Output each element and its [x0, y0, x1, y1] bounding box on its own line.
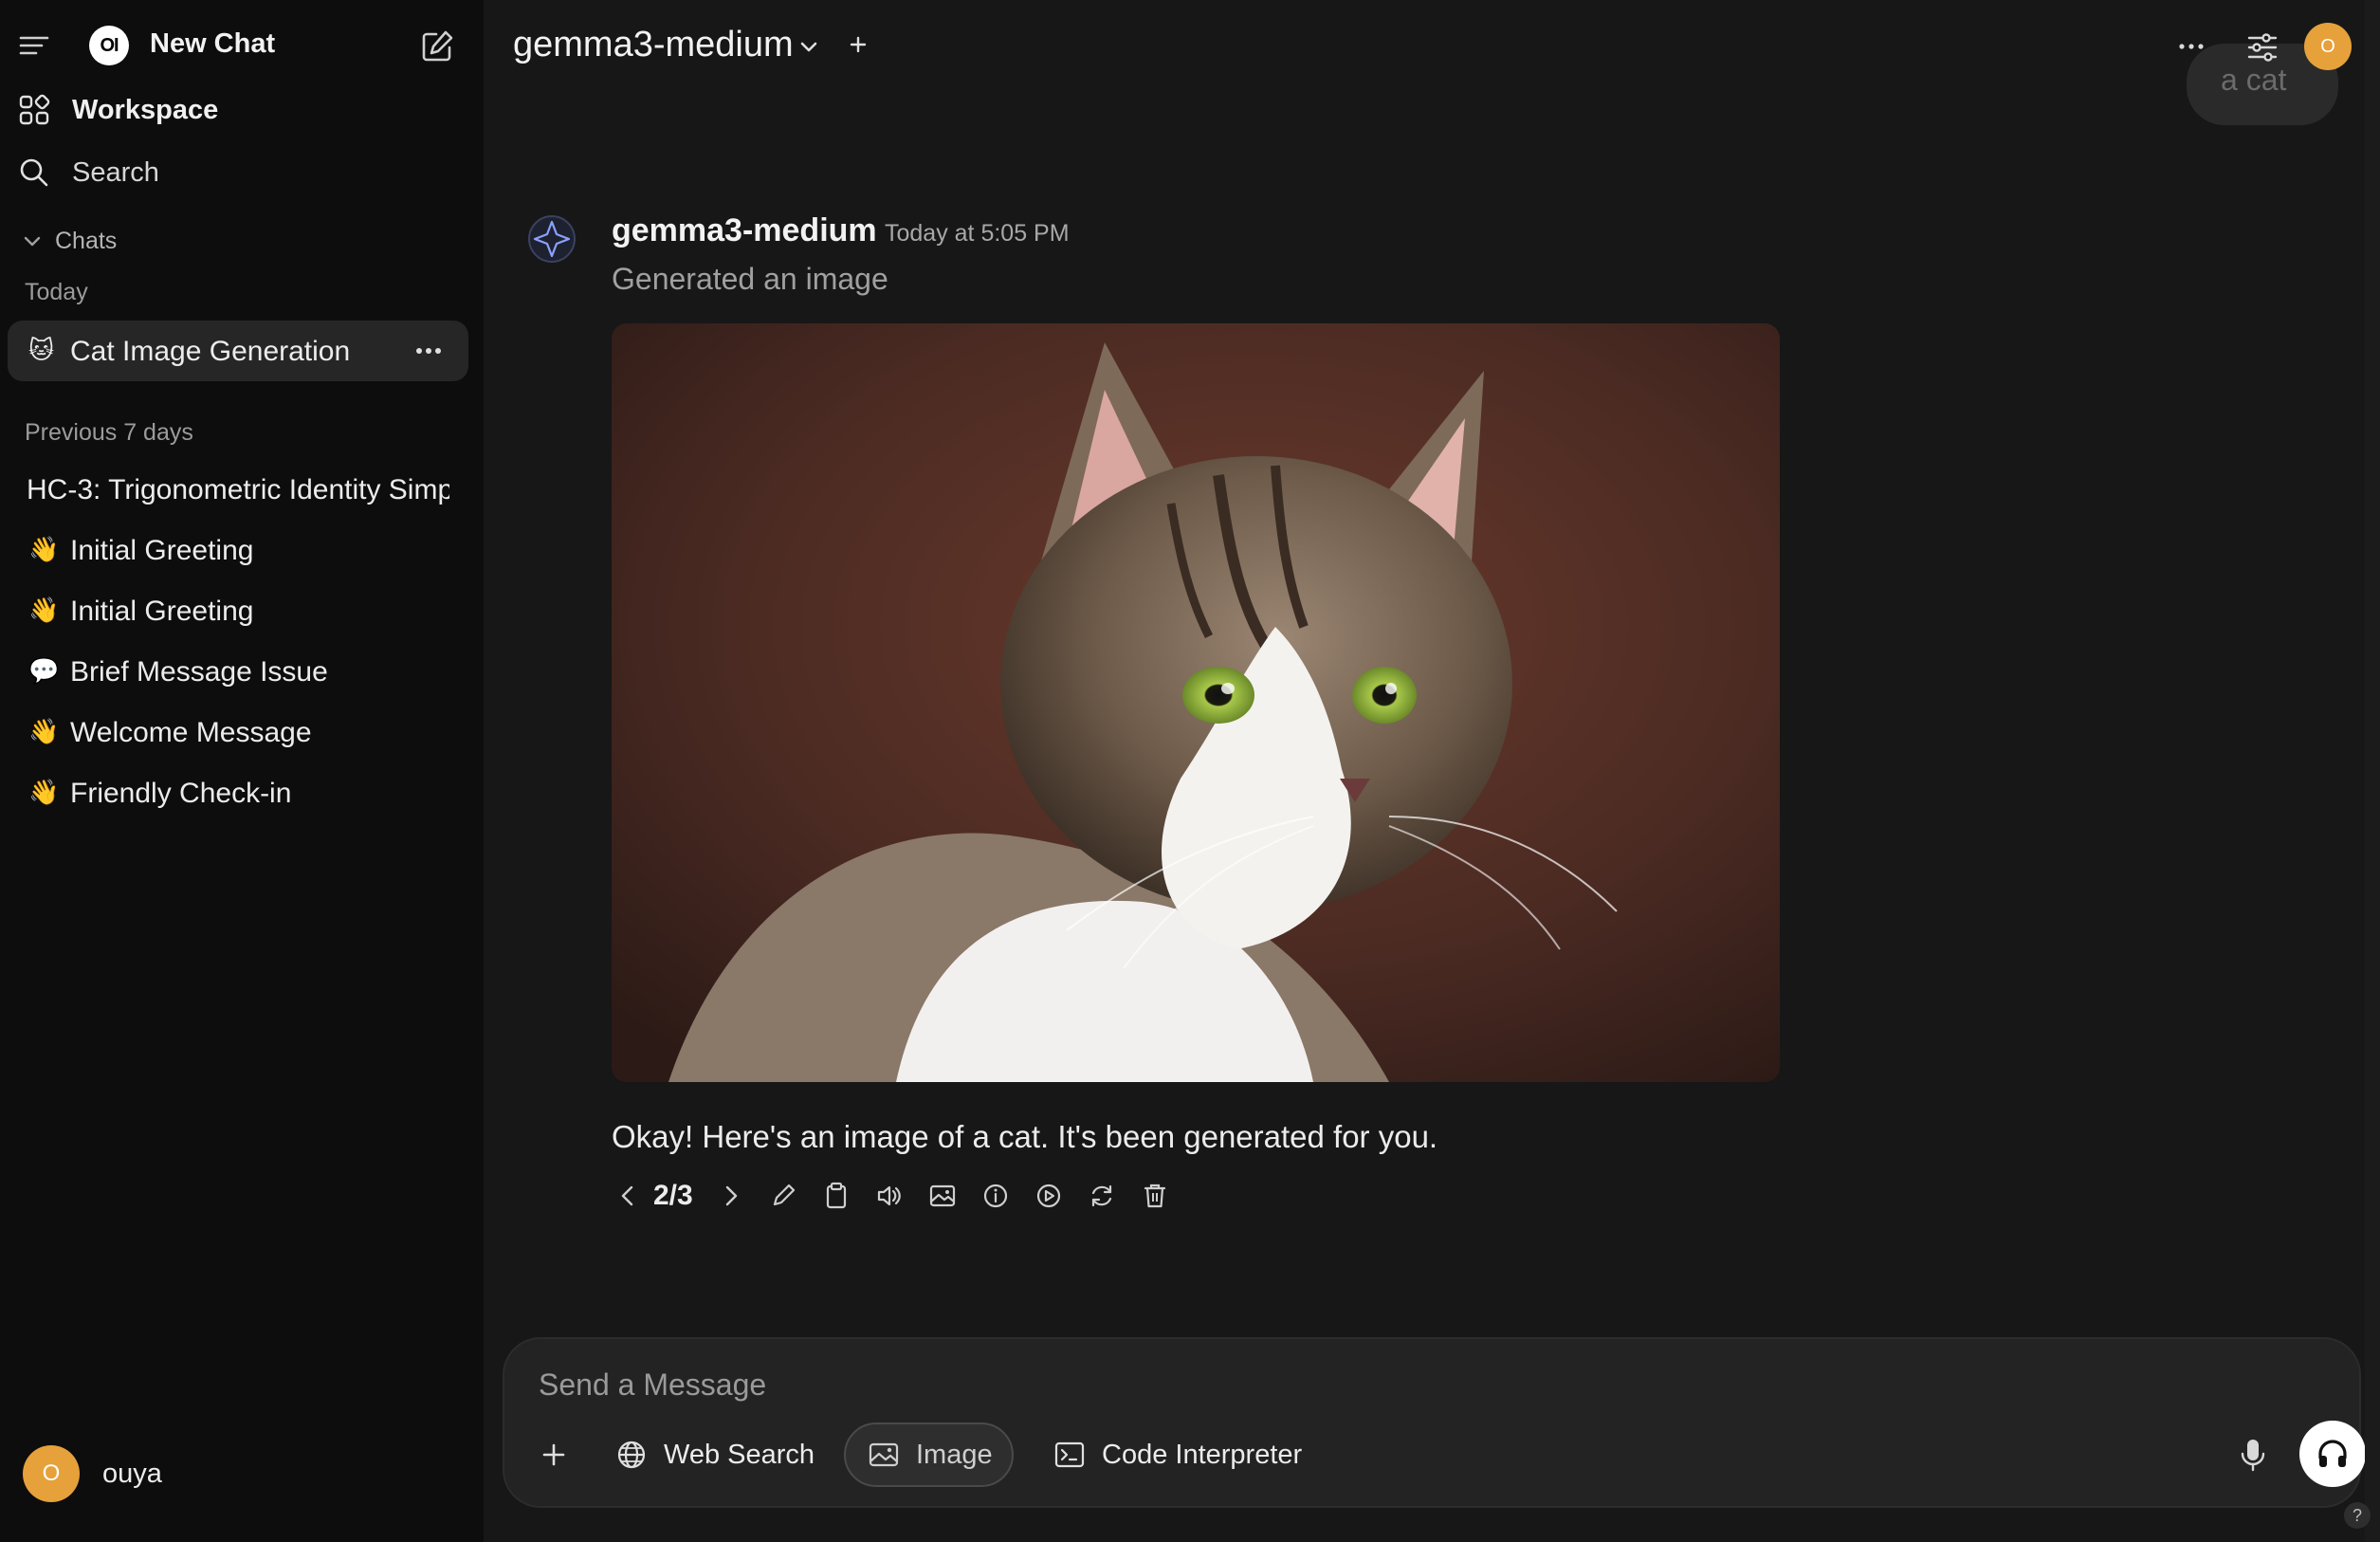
message-timestamp: Today at 5:05 PM: [885, 220, 1070, 247]
refresh-icon[interactable]: [1086, 1180, 1118, 1212]
workspace-label: Workspace: [72, 94, 219, 125]
chats-section-toggle[interactable]: Chats: [21, 226, 117, 256]
user-name: ouya: [102, 1458, 162, 1489]
message-input[interactable]: [539, 1362, 2245, 1407]
play-icon[interactable]: [1033, 1180, 1065, 1212]
chat-title: Initial Greeting: [70, 596, 254, 627]
search-icon: [20, 158, 48, 187]
controls-sliders-icon[interactable]: [2243, 28, 2281, 66]
globe-icon: [617, 1441, 646, 1469]
user-menu[interactable]: O ouya: [23, 1445, 162, 1502]
trash-icon[interactable]: [1139, 1180, 1171, 1212]
chat-title: Welcome Message: [70, 717, 312, 748]
more-options-icon[interactable]: [2171, 28, 2211, 64]
scrollbar[interactable]: [2365, 0, 2380, 1542]
message-status: Generated an image: [612, 262, 888, 296]
avatar: O: [23, 1445, 80, 1502]
response-pager: 2/3: [653, 1180, 693, 1211]
top-bar: gemma3-medium O: [484, 0, 2380, 95]
headphones-icon: [2318, 1440, 2347, 1467]
grid-icon: [19, 94, 50, 125]
info-icon[interactable]: [979, 1180, 1012, 1212]
app-window: OI New Chat Workspace Search Chats Today…: [0, 0, 2380, 1542]
web-search-label: Web Search: [664, 1439, 815, 1470]
chat-title: HC-3: Trigonometric Identity Simp: [27, 474, 449, 505]
chat-title: Initial Greeting: [70, 535, 254, 566]
chat-emoji: 👋: [28, 596, 60, 624]
chat-title: Cat Image Generation: [70, 336, 351, 367]
help-button[interactable]: ?: [2344, 1502, 2371, 1529]
chat-item[interactable]: 👋 Initial Greeting: [0, 584, 474, 637]
image-generation-toggle[interactable]: Image: [844, 1423, 1014, 1487]
web-search-toggle[interactable]: Web Search: [603, 1423, 826, 1487]
speaker-icon[interactable]: [873, 1180, 906, 1212]
chat-title: Brief Message Issue: [70, 656, 328, 688]
chat-emoji: 👋: [28, 778, 60, 806]
attach-plus-icon[interactable]: [537, 1438, 571, 1472]
chevron-right-icon[interactable]: [715, 1180, 747, 1212]
terminal-icon: [1054, 1441, 1085, 1468]
workspace-link[interactable]: Workspace: [0, 91, 484, 129]
sidebar-search[interactable]: Search: [0, 154, 484, 192]
chat-emoji: 💬: [28, 656, 60, 685]
chat-item[interactable]: HC-3: Trigonometric Identity Simp: [0, 463, 474, 516]
code-interpreter-toggle[interactable]: Code Interpreter: [1041, 1423, 1313, 1487]
message-model-name: gemma3-medium: [612, 212, 877, 248]
new-chat-icon[interactable]: [417, 27, 457, 66]
avatar[interactable]: O: [2304, 23, 2352, 70]
chevron-down-icon[interactable]: [796, 34, 821, 59]
sidebar: OI New Chat Workspace Search Chats Today…: [0, 0, 484, 1542]
chat-item[interactable]: 👋 Welcome Message: [0, 706, 474, 759]
code-interpreter-label: Code Interpreter: [1102, 1439, 1303, 1470]
generated-image[interactable]: [612, 323, 1780, 1082]
menu-icon[interactable]: [15, 27, 53, 64]
more-options-icon[interactable]: [408, 336, 449, 366]
group-label-today: Today: [25, 279, 88, 305]
model-selector[interactable]: gemma3-medium: [513, 25, 794, 65]
sidebar-header: OI New Chat: [0, 0, 484, 91]
voice-mode-button[interactable]: [2299, 1421, 2366, 1487]
chats-label: Chats: [55, 227, 118, 254]
group-label-previous-7-days: Previous 7 days: [25, 419, 193, 446]
message-text: Okay! Here's an image of a cat. It's bee…: [612, 1119, 1438, 1154]
chat-item[interactable]: 👋 Initial Greeting: [0, 523, 474, 577]
chevron-down-icon: [24, 236, 41, 247]
message-composer: Web Search Image Code Interpreter: [503, 1337, 2366, 1508]
search-label: Search: [72, 156, 159, 188]
message-actions: 2/3: [612, 1176, 1275, 1216]
model-avatar-icon: [528, 215, 576, 263]
chat-emoji: 🐱: [28, 336, 55, 364]
pencil-icon[interactable]: [767, 1180, 799, 1212]
microphone-icon[interactable]: [2234, 1436, 2272, 1474]
chat-item[interactable]: 👋 Friendly Check-in: [0, 766, 474, 819]
image-icon: [869, 1442, 899, 1467]
app-logo[interactable]: OI: [89, 26, 129, 65]
chat-item[interactable]: 💬 Brief Message Issue: [0, 645, 474, 698]
clipboard-icon[interactable]: [820, 1180, 852, 1212]
chat-item-active[interactable]: 🐱 Cat Image Generation: [8, 321, 468, 381]
image-label: Image: [916, 1439, 993, 1470]
new-chat-label[interactable]: New Chat: [150, 28, 275, 60]
add-model-icon[interactable]: [844, 30, 872, 59]
image-icon[interactable]: [926, 1180, 959, 1212]
chat-main: a cat gemma3-medium O gemma3-medium Toda…: [484, 0, 2380, 1542]
chevron-left-icon[interactable]: [612, 1180, 644, 1212]
chat-emoji: 👋: [28, 717, 60, 745]
chat-title: Friendly Check-in: [70, 778, 292, 809]
chat-emoji: 👋: [28, 535, 60, 563]
